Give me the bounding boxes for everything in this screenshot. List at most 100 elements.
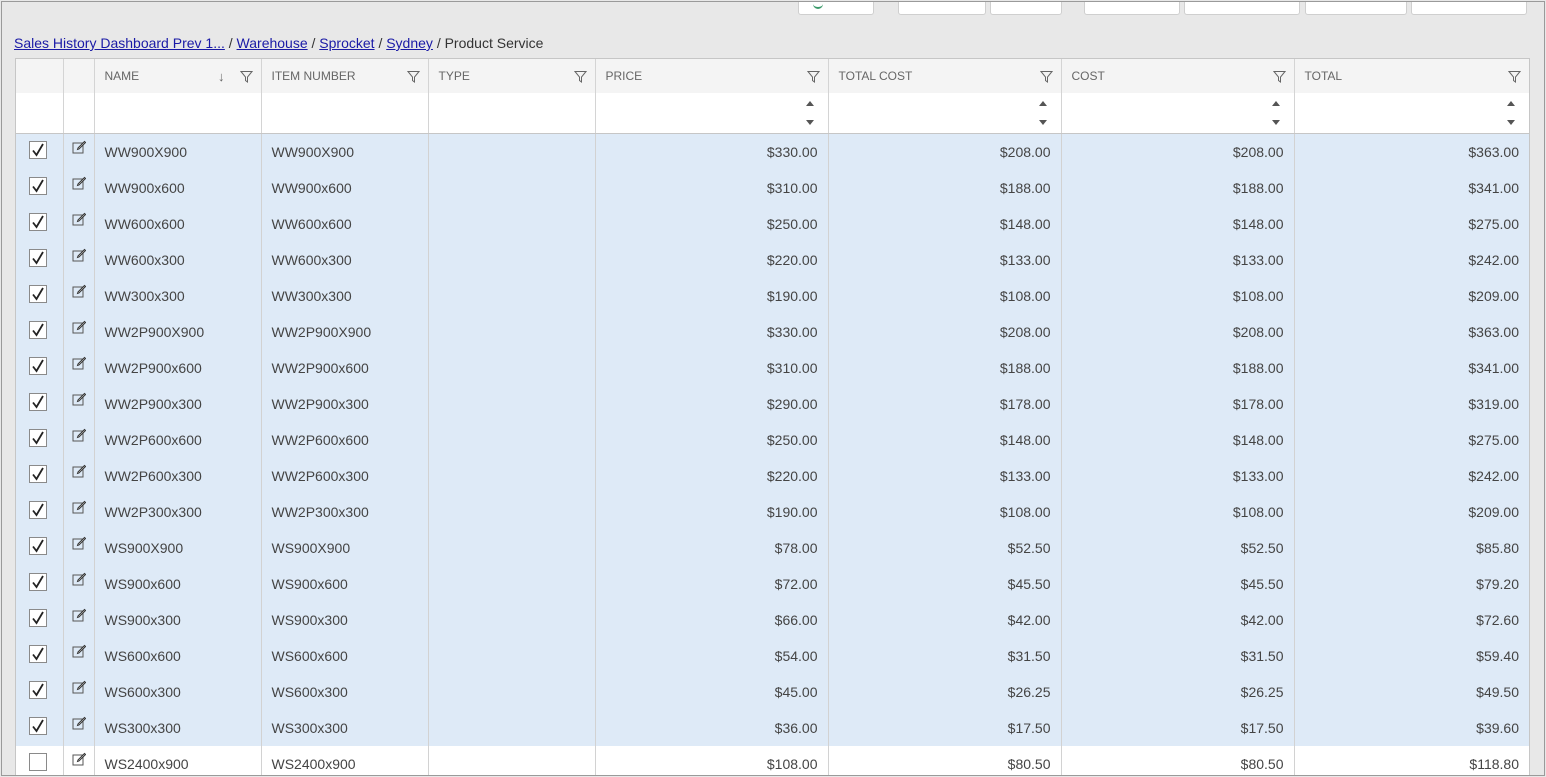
numeric-spinner[interactable]	[1038, 99, 1047, 127]
filter-icon[interactable]	[1039, 70, 1053, 83]
spin-down-icon[interactable]	[1038, 120, 1047, 125]
filter-icon[interactable]	[573, 70, 587, 83]
filter-input-total[interactable]	[1294, 93, 1529, 134]
table-row[interactable]: WW300x300 WW300x300 $190.00 $108.00 $108.00 $…	[16, 278, 1529, 314]
edit-icon[interactable]	[72, 680, 86, 694]
filter-icon[interactable]	[1272, 70, 1286, 83]
header-item-number[interactable]: ITEM NUMBER	[261, 59, 429, 93]
edit-icon[interactable]	[72, 464, 86, 478]
table-row[interactable]: WW2P600x600 WW2P600x600 $250.00 $148.00 $148…	[16, 422, 1529, 458]
table-row[interactable]: WW2P900x600 WW2P900x600 $310.00 $188.00 $188…	[16, 350, 1529, 386]
row-checkbox[interactable]	[29, 753, 47, 771]
row-checkbox[interactable]	[29, 357, 47, 375]
table-row[interactable]: WW2P600x300 WW2P600x300 $220.00 $133.00 $133…	[16, 458, 1529, 494]
edit-icon[interactable]	[72, 752, 86, 766]
toolbar-button-3[interactable]	[990, 2, 1062, 15]
header-name[interactable]: NAME ↓	[94, 59, 262, 93]
edit-icon[interactable]	[72, 608, 86, 622]
table-row[interactable]: WW2P900X900 WW2P900X900 $330.00 $208.00 $208…	[16, 314, 1529, 350]
edit-icon[interactable]	[72, 536, 86, 550]
row-checkbox[interactable]	[29, 537, 47, 555]
header-type[interactable]: TYPE	[428, 59, 596, 93]
table-row[interactable]: WS900X900 WS900X900 $78.00 $52.50 $52.50 $85.…	[16, 530, 1529, 566]
numeric-spinner[interactable]	[1271, 99, 1280, 127]
table-row[interactable]: WS600x600 WS600x600 $54.00 $31.50 $31.50 $59.…	[16, 638, 1529, 674]
breadcrumb-link-warehouse[interactable]: Warehouse	[237, 35, 308, 51]
row-checkbox[interactable]	[29, 681, 47, 699]
edit-icon[interactable]	[72, 392, 86, 406]
edit-icon[interactable]	[72, 428, 86, 442]
table-row[interactable]: WS900x300 WS900x300 $66.00 $42.00 $42.00 $72.…	[16, 602, 1529, 638]
table-row[interactable]: WS300x300 WS300x300 $36.00 $17.50 $17.50 $39.…	[16, 710, 1529, 746]
spin-up-icon[interactable]	[1038, 101, 1047, 106]
spin-down-icon[interactable]	[1271, 120, 1280, 125]
table-row[interactable]: WS2400x900 WS2400x900 $108.00 $80.50 $80.50 $…	[16, 746, 1529, 775]
edit-icon[interactable]	[72, 248, 86, 262]
filter-icon[interactable]	[1508, 70, 1521, 83]
breadcrumb-link-sydney[interactable]: Sydney	[386, 35, 433, 51]
toolbar-button-7[interactable]	[1411, 2, 1527, 15]
filter-input-type[interactable]	[428, 93, 596, 134]
table-row[interactable]: WW900X900 WW900X900 $330.00 $208.00 $208.00 $…	[16, 133, 1529, 170]
toolbar-button-6[interactable]	[1305, 2, 1407, 15]
row-checkbox[interactable]	[29, 465, 47, 483]
row-checkbox[interactable]	[29, 177, 47, 195]
row-checkbox[interactable]	[29, 429, 47, 447]
table-row[interactable]: WW600x300 WW600x300 $220.00 $133.00 $133.00 $…	[16, 242, 1529, 278]
edit-icon[interactable]	[72, 572, 86, 586]
row-checkbox[interactable]	[29, 609, 47, 627]
header-total-cost[interactable]: TOTAL COST	[828, 59, 1062, 93]
header-price[interactable]: PRICE	[595, 59, 829, 93]
table-row[interactable]: WS600x300 WS600x300 $45.00 $26.25 $26.25 $49.…	[16, 674, 1529, 710]
filter-icon[interactable]	[239, 70, 253, 83]
edit-icon[interactable]	[72, 176, 86, 190]
spin-down-icon[interactable]	[805, 120, 814, 125]
breadcrumb-link-dashboard[interactable]: Sales History Dashboard Prev 1...	[14, 35, 225, 51]
row-checkbox[interactable]	[29, 141, 47, 159]
edit-icon[interactable]	[72, 644, 86, 658]
breadcrumb-link-sprocket[interactable]: Sprocket	[319, 35, 374, 51]
row-checkbox[interactable]	[29, 717, 47, 735]
numeric-spinner[interactable]	[805, 99, 814, 127]
row-checkbox[interactable]	[29, 645, 47, 663]
table-row[interactable]: WW2P300x300 WW2P300x300 $190.00 $108.00 $108…	[16, 494, 1529, 530]
row-checkbox[interactable]	[29, 285, 47, 303]
toolbar-button-1[interactable]	[798, 2, 874, 15]
row-checkbox[interactable]	[29, 321, 47, 339]
table-row[interactable]: WW2P900x300 WW2P900x300 $290.00 $178.00 $178…	[16, 386, 1529, 422]
edit-icon[interactable]	[72, 212, 86, 226]
filter-input-price[interactable]	[595, 93, 829, 134]
row-checkbox[interactable]	[29, 573, 47, 591]
edit-icon[interactable]	[72, 320, 86, 334]
toolbar-button-2[interactable]	[898, 2, 986, 15]
filter-input-item-number[interactable]	[261, 93, 429, 134]
row-checkbox[interactable]	[29, 213, 47, 231]
edit-icon[interactable]	[72, 284, 86, 298]
filter-icon[interactable]	[406, 70, 420, 83]
row-edit-cell	[63, 170, 95, 206]
numeric-spinner[interactable]	[1507, 99, 1515, 127]
sort-down-arrow-icon[interactable]: ↓	[218, 69, 225, 84]
toolbar-button-5[interactable]	[1184, 2, 1300, 15]
spin-down-icon[interactable]	[1507, 120, 1515, 125]
table-row[interactable]: WS900x600 WS900x600 $72.00 $45.50 $45.50 $79.…	[16, 566, 1529, 602]
table-row[interactable]: WW900x600 WW900x600 $310.00 $188.00 $188.00 $…	[16, 170, 1529, 206]
filter-icon[interactable]	[806, 70, 820, 83]
toolbar-button-4[interactable]	[1084, 2, 1180, 15]
row-checkbox[interactable]	[29, 393, 47, 411]
edit-icon[interactable]	[72, 500, 86, 514]
spin-up-icon[interactable]	[805, 101, 814, 106]
edit-icon[interactable]	[72, 356, 86, 370]
row-checkbox[interactable]	[29, 501, 47, 519]
header-cost[interactable]: COST	[1061, 59, 1295, 93]
filter-input-cost[interactable]	[1061, 93, 1295, 134]
spin-up-icon[interactable]	[1507, 101, 1515, 106]
header-total[interactable]: TOTAL	[1294, 59, 1529, 93]
spin-up-icon[interactable]	[1271, 101, 1280, 106]
edit-icon[interactable]	[72, 140, 86, 154]
table-row[interactable]: WW600x600 WW600x600 $250.00 $148.00 $148.00 $…	[16, 206, 1529, 242]
edit-icon[interactable]	[72, 716, 86, 730]
filter-input-total-cost[interactable]	[828, 93, 1062, 134]
row-checkbox[interactable]	[29, 249, 47, 267]
filter-input-name[interactable]	[94, 93, 262, 134]
